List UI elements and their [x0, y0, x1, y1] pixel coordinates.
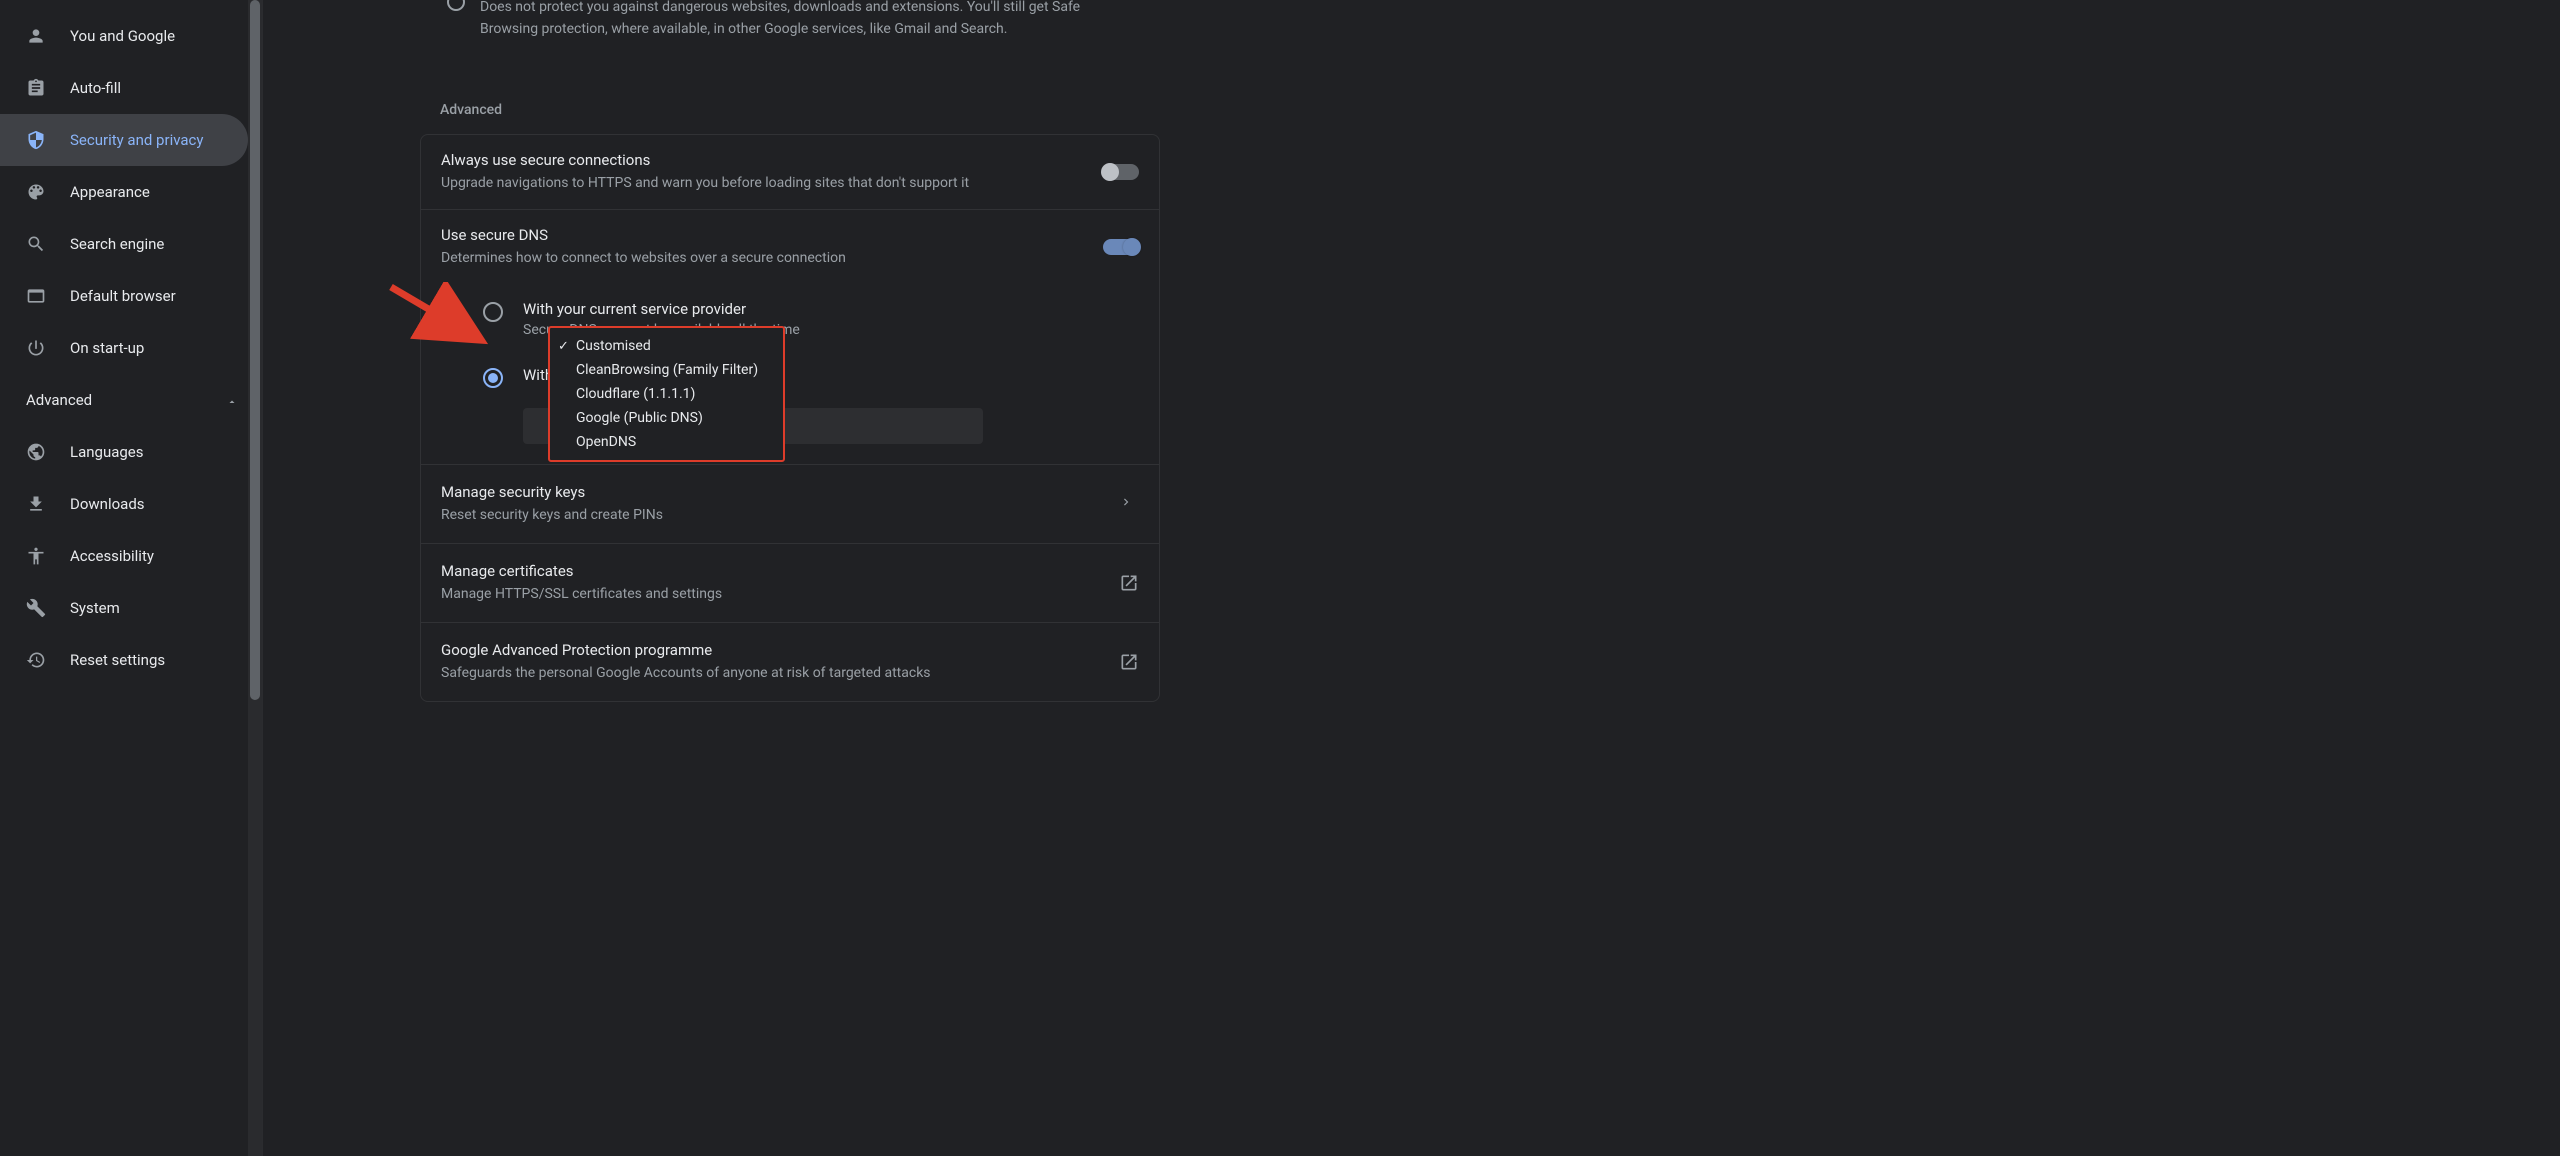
dns-option1-title: With your current service provider: [523, 300, 800, 318]
sidebar-item-search-engine[interactable]: Search engine: [0, 218, 248, 270]
sidebar-item-label: Search engine: [70, 235, 164, 253]
sidebar-item-label: You and Google: [70, 27, 175, 45]
advanced-section-header: Advanced: [420, 86, 1160, 126]
secure-dns-desc: Determines how to connect to websites ov…: [441, 248, 1103, 268]
annotation-arrow: [386, 282, 496, 352]
advanced-protection-row[interactable]: Google Advanced Protection programme Saf…: [421, 622, 1159, 701]
manage-certificates-row[interactable]: Manage certificates Manage HTTPS/SSL cer…: [421, 543, 1159, 622]
sidebar-item-label: Reset settings: [70, 651, 165, 669]
sidebar-item-label: Accessibility: [70, 547, 154, 565]
external-link-icon: [1119, 573, 1139, 593]
sidebar-item-label: Languages: [70, 443, 144, 461]
link-desc: Safeguards the personal Google Accounts …: [441, 663, 1119, 683]
dropdown-option-label: OpenDNS: [576, 434, 636, 450]
secure-connections-row: Always use secure connections Upgrade na…: [421, 135, 1159, 209]
sidebar-item-autofill[interactable]: Auto-fill: [0, 62, 248, 114]
secure-dns-title: Use secure DNS: [441, 226, 1103, 244]
chevron-right-icon: [1119, 494, 1139, 514]
sidebar-item-downloads[interactable]: Downloads: [0, 478, 248, 530]
sidebar-item-system[interactable]: System: [0, 582, 248, 634]
shield-icon: [26, 130, 46, 150]
sidebar-item-reset[interactable]: Reset settings: [0, 634, 248, 686]
sidebar-scrollbar-thumb[interactable]: [250, 0, 260, 700]
main-content: Does not protect you against dangerous w…: [420, 0, 1160, 702]
search-icon: [26, 234, 46, 254]
dropdown-option-label: Google (Public DNS): [576, 410, 703, 426]
download-icon: [26, 494, 46, 514]
dropdown-option-cloudflare[interactable]: Cloudflare (1.1.1.1): [550, 382, 783, 406]
sidebar-item-label: Security and privacy: [70, 131, 203, 149]
dropdown-option-label: CleanBrowsing (Family Filter): [576, 362, 758, 378]
dns-options: With your current service provider Secur…: [421, 300, 1159, 464]
dropdown-option-customised[interactable]: ✓ Customised: [550, 334, 783, 358]
secure-connections-toggle[interactable]: [1103, 164, 1139, 180]
dropdown-option-label: Customised: [576, 338, 651, 354]
sidebar-item-label: Downloads: [70, 495, 145, 513]
link-desc: Reset security keys and create PINs: [441, 505, 1119, 525]
dropdown-option-cleanbrowsing[interactable]: CleanBrowsing (Family Filter): [550, 358, 783, 382]
link-title: Google Advanced Protection programme: [441, 641, 1119, 659]
sidebar-item-you-and-google[interactable]: You and Google: [0, 10, 248, 62]
sidebar-item-label: On start-up: [70, 339, 144, 357]
radio-selected-icon: [483, 368, 503, 388]
secure-connections-title: Always use secure connections: [441, 151, 1103, 169]
check-icon: ✓: [558, 339, 576, 354]
chevron-up-icon: [226, 394, 238, 406]
clipboard-icon: [26, 78, 46, 98]
wrench-icon: [26, 598, 46, 618]
dns-provider-dropdown[interactable]: ✓ Customised CleanBrowsing (Family Filte…: [548, 326, 785, 462]
sidebar: You and Google Auto-fill Security and pr…: [0, 0, 263, 1156]
link-title: Manage security keys: [441, 483, 1119, 501]
link-title: Manage certificates: [441, 562, 1119, 580]
sidebar-advanced-toggle[interactable]: Advanced: [0, 374, 262, 426]
no-protection-desc: Does not protect you against dangerous w…: [420, 0, 1160, 40]
secure-dns-row: Use secure DNS Determines how to connect…: [421, 209, 1159, 284]
sidebar-item-default-browser[interactable]: Default browser: [0, 270, 248, 322]
sidebar-item-on-startup[interactable]: On start-up: [0, 322, 248, 374]
person-icon: [26, 26, 46, 46]
browser-icon: [26, 286, 46, 306]
palette-icon: [26, 182, 46, 202]
sidebar-item-appearance[interactable]: Appearance: [0, 166, 248, 218]
globe-icon: [26, 442, 46, 462]
sidebar-item-label: Appearance: [70, 183, 150, 201]
dropdown-option-opendns[interactable]: OpenDNS: [550, 430, 783, 454]
power-icon: [26, 338, 46, 358]
sidebar-item-accessibility[interactable]: Accessibility: [0, 530, 248, 582]
advanced-label: Advanced: [26, 391, 92, 409]
sidebar-item-label: System: [70, 599, 120, 617]
accessibility-icon: [26, 546, 46, 566]
sidebar-scrollbar[interactable]: [248, 0, 262, 1156]
advanced-section: Always use secure connections Upgrade na…: [420, 134, 1160, 702]
manage-security-keys-row[interactable]: Manage security keys Reset security keys…: [421, 464, 1159, 543]
sidebar-item-label: Auto-fill: [70, 79, 121, 97]
dropdown-option-label: Cloudflare (1.1.1.1): [576, 386, 695, 402]
link-desc: Manage HTTPS/SSL certificates and settin…: [441, 584, 1119, 604]
sidebar-item-security[interactable]: Security and privacy: [0, 114, 248, 166]
sidebar-item-label: Default browser: [70, 287, 176, 305]
restore-icon: [26, 650, 46, 670]
sidebar-item-languages[interactable]: Languages: [0, 426, 248, 478]
dropdown-option-google[interactable]: Google (Public DNS): [550, 406, 783, 430]
secure-connections-desc: Upgrade navigations to HTTPS and warn yo…: [441, 173, 1103, 193]
secure-dns-toggle[interactable]: [1103, 239, 1139, 255]
external-link-icon: [1119, 652, 1139, 672]
